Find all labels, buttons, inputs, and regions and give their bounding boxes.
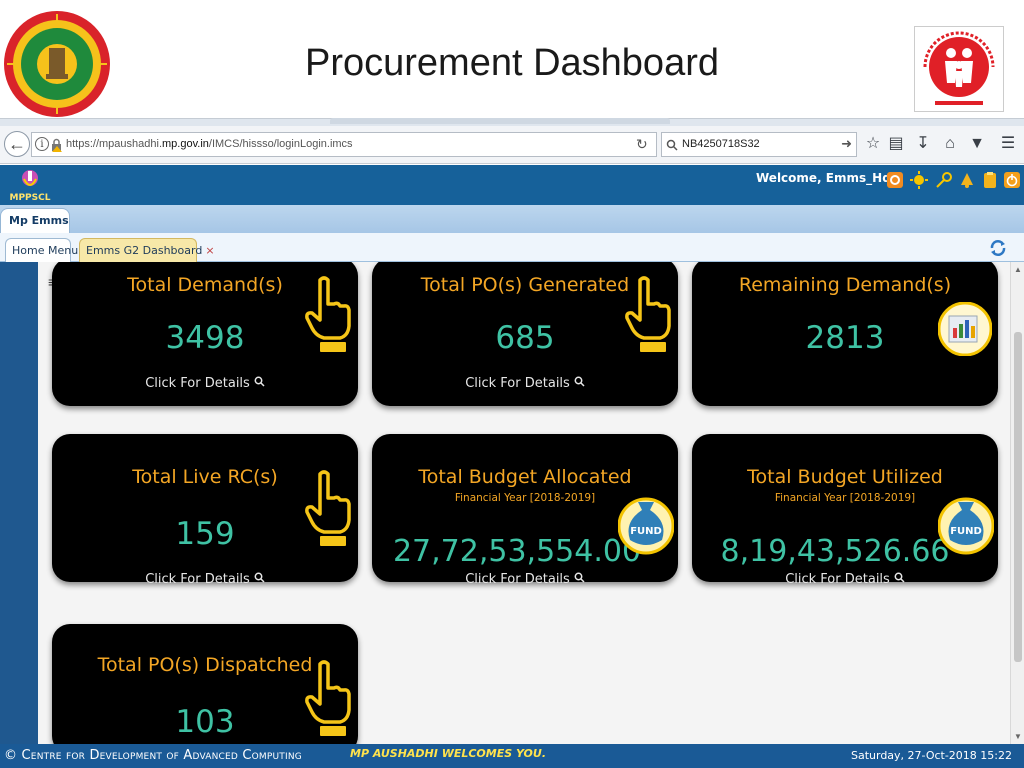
bookmark-star-icon[interactable]: ☆ bbox=[864, 135, 882, 153]
search-input[interactable]: NB4250718S32 ➜ bbox=[661, 132, 857, 157]
slide-title: Procurement Dashboard bbox=[305, 42, 719, 84]
left-panel-strip bbox=[0, 262, 38, 744]
magnifier-icon bbox=[254, 572, 265, 587]
tab-label: Emms G2 Dashboard bbox=[86, 244, 203, 257]
click-for-details-link[interactable]: Click For Details bbox=[372, 572, 678, 587]
click-for-details-link[interactable]: Click For Details bbox=[372, 376, 678, 391]
magnifier-icon bbox=[574, 376, 585, 391]
hand-pointer-icon bbox=[304, 276, 354, 357]
svg-text:FUND: FUND bbox=[630, 526, 662, 537]
scroll-down-arrow-icon[interactable]: ▼ bbox=[1014, 732, 1022, 741]
dashboard-content: ≡ Total Demand(s) 3498 Click For Details… bbox=[38, 262, 1010, 744]
click-for-details-link[interactable]: Click For Details bbox=[692, 572, 998, 587]
click-for-details-link[interactable]: Click For Details bbox=[52, 376, 358, 391]
search-go-arrow-icon[interactable]: ➜ bbox=[841, 136, 852, 152]
bell-notification-icon[interactable] bbox=[958, 171, 976, 193]
hand-pointer-icon bbox=[304, 470, 354, 551]
magnifier-icon bbox=[894, 572, 905, 587]
fund-bag-icon: FUND bbox=[617, 492, 675, 561]
click-for-details-link[interactable]: Click For Details bbox=[52, 572, 358, 587]
mppscl-logo[interactable]: MPPSCL bbox=[8, 167, 52, 203]
slide-header: Procurement Dashboard bbox=[0, 0, 1024, 122]
hand-pointer-icon bbox=[624, 276, 674, 357]
scroll-thumb[interactable] bbox=[1014, 332, 1022, 662]
hand-pointer-icon bbox=[304, 660, 354, 741]
reading-list-icon[interactable]: ▤ bbox=[887, 135, 905, 153]
browser-tab[interactable] bbox=[330, 118, 670, 124]
national-health-mission-logo bbox=[914, 26, 1004, 112]
vertical-scrollbar[interactable]: ▲ ▼ bbox=[1010, 262, 1024, 744]
pocket-icon[interactable]: ▼ bbox=[968, 135, 986, 153]
address-bar[interactable]: i https://mpaushadhi.mp.gov.in/IMCS/hiss… bbox=[31, 132, 657, 157]
report-chart-icon bbox=[937, 301, 993, 361]
browser-toolbar: ← i https://mpaushadhi.mp.gov.in/IMCS/hi… bbox=[0, 126, 1024, 164]
card-total-live-rcs[interactable]: Total Live RC(s) 159 Click For Details bbox=[52, 434, 358, 587]
tab-home-menu[interactable]: Home Menu bbox=[5, 238, 78, 262]
page-tabs: Home Menu Emms G2 Dashboard × bbox=[0, 233, 1024, 262]
back-button[interactable]: ← bbox=[4, 131, 30, 157]
tab-emms-g2-dashboard[interactable]: Emms G2 Dashboard × bbox=[79, 238, 215, 262]
svg-text:FUND: FUND bbox=[950, 526, 982, 537]
close-tab-icon[interactable]: × bbox=[205, 244, 214, 257]
magnifier-icon bbox=[254, 376, 265, 391]
footer-bar: © Centre for Development of Advanced Com… bbox=[0, 744, 1024, 768]
module-tab-mp-emms[interactable]: Mp Emms bbox=[0, 208, 70, 233]
app-header: MPPSCL Welcome, Emms_Hq bbox=[0, 165, 1024, 205]
card-title: Remaining Demand(s) bbox=[738, 274, 952, 296]
refresh-icon[interactable] bbox=[988, 238, 1008, 258]
module-bar: Mp Emms bbox=[0, 205, 1024, 233]
magnifier-icon bbox=[574, 572, 585, 587]
card-remaining-demands[interactable]: Remaining Demand(s) 2813 bbox=[692, 262, 998, 406]
power-logout-icon[interactable] bbox=[1003, 171, 1021, 193]
search-value: NB4250718S32 bbox=[682, 138, 760, 150]
card-total-pos-generated[interactable]: Total PO(s) Generated 685 Click For Deta… bbox=[372, 262, 678, 406]
hamburger-menu-icon[interactable]: ☰ bbox=[999, 135, 1017, 153]
scroll-up-arrow-icon[interactable]: ▲ bbox=[1014, 265, 1022, 274]
card-total-budget-utilized[interactable]: Total Budget Utilized Financial Year [20… bbox=[692, 434, 998, 587]
settings-gear-icon[interactable] bbox=[886, 171, 904, 193]
home-icon[interactable]: ⌂ bbox=[941, 135, 959, 153]
card-total-demands[interactable]: Total Demand(s) 3498 Click For Details bbox=[52, 262, 358, 406]
card-title: Total Budget Allocated bbox=[418, 466, 632, 488]
key-icon[interactable] bbox=[935, 171, 953, 193]
footer-welcome-message: MP AUSHADHI WELCOMES YOU. bbox=[350, 747, 547, 760]
search-icon bbox=[666, 138, 678, 151]
welcome-text: Welcome, Emms_Hq bbox=[756, 171, 891, 185]
footer-datetime: Saturday, 27-Oct-2018 15:22 bbox=[850, 749, 1012, 762]
footer-copyright: © Centre for Development of Advanced Com… bbox=[4, 748, 302, 763]
clipboard-icon[interactable] bbox=[981, 171, 999, 193]
info-icon[interactable]: i bbox=[35, 137, 49, 151]
card-title: Total Budget Utilized bbox=[747, 466, 943, 488]
reload-icon[interactable]: ↻ bbox=[636, 136, 648, 153]
fund-bag-icon: FUND bbox=[937, 492, 995, 561]
sun-theme-icon[interactable] bbox=[910, 171, 928, 193]
download-icon[interactable]: ↧ bbox=[914, 135, 932, 153]
lock-warning-icon[interactable] bbox=[51, 138, 62, 152]
card-total-budget-allocated[interactable]: Total Budget Allocated Financial Year [2… bbox=[372, 434, 678, 587]
card-total-pos-dispatched[interactable]: Total PO(s) Dispatched 103 bbox=[52, 624, 358, 744]
url-text[interactable]: https://mpaushadhi.mp.gov.in/IMCS/hissso… bbox=[66, 138, 353, 150]
